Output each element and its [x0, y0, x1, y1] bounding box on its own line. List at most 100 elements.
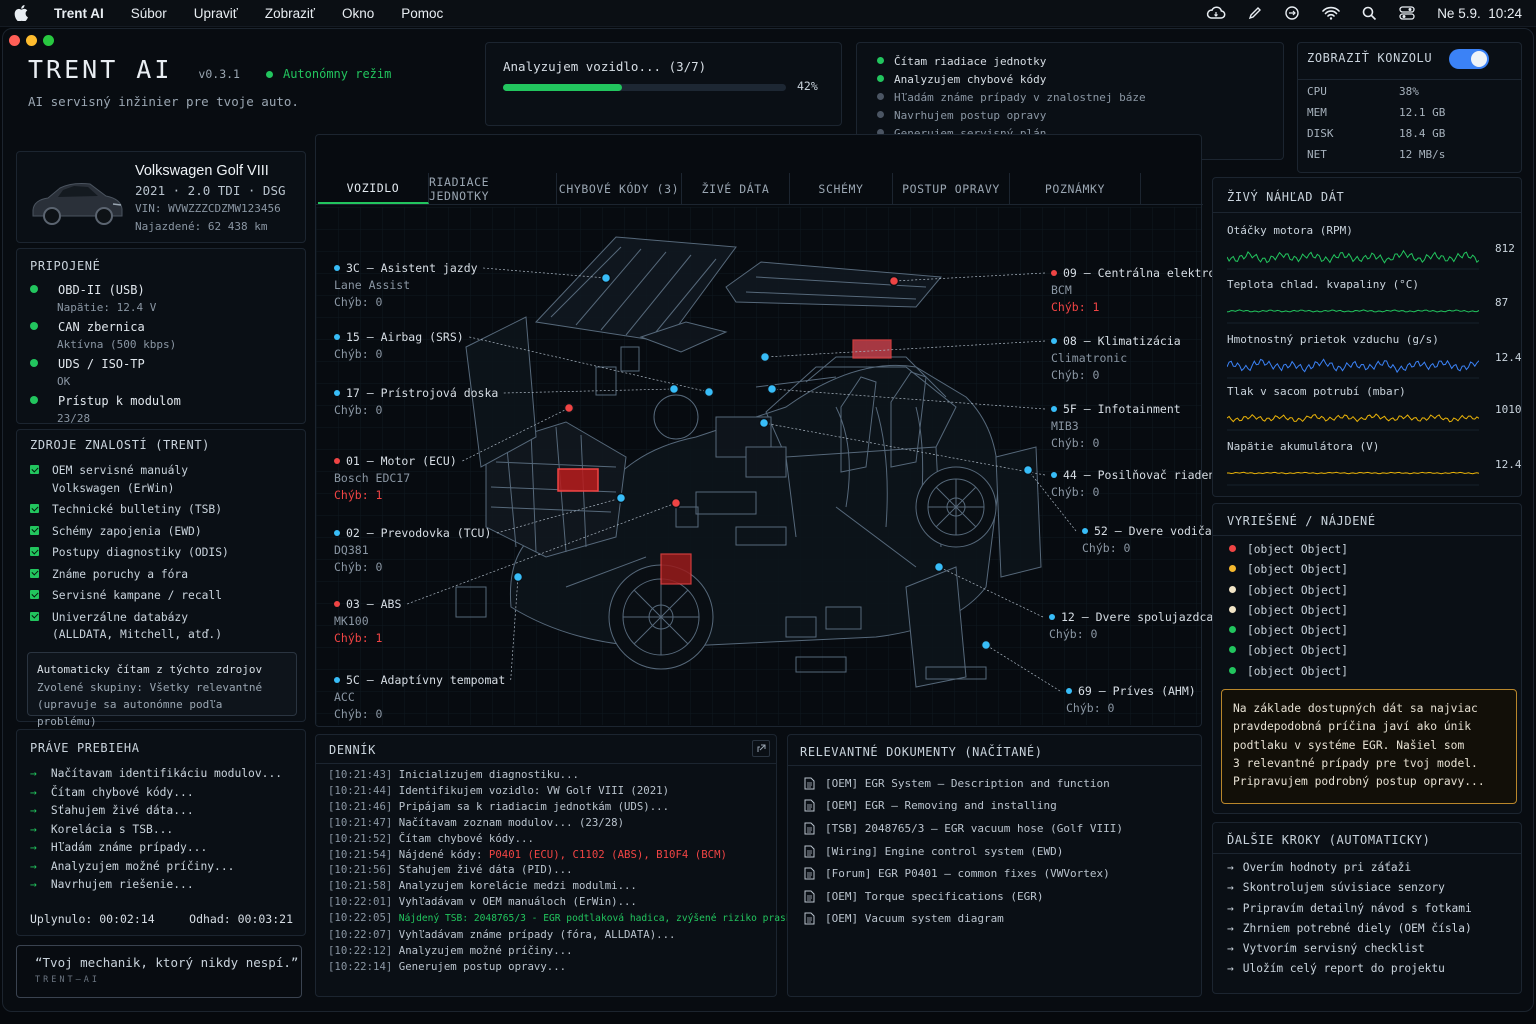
module-node[interactable]: [703, 386, 715, 398]
finding-label: [object Object]: [1247, 543, 1349, 556]
module-title: 44 – Posilňovač riadenia: [1063, 468, 1230, 482]
tab-4[interactable]: SCHÉMY: [790, 173, 893, 204]
document-item[interactable]: [OEM] Torque specifications (EGR): [804, 885, 1123, 908]
live-data-title: ŽIVÝ NÁHĽAD DÁT: [1227, 190, 1345, 204]
module-label[interactable]: 52 – Dvere vodiča Chýb: 0: [1082, 523, 1212, 557]
menu-app-name[interactable]: Trent AI: [54, 6, 104, 21]
module-subtitle: Lane Assist: [334, 278, 411, 292]
source-item[interactable]: Servisné kampane / recall: [30, 587, 305, 605]
log-timestamp: [10:22:12]: [328, 943, 393, 957]
step-label: Hľadám známe prípady v znalostnej báze: [894, 91, 1146, 104]
module-node[interactable]: [512, 571, 524, 583]
mode-label: Autonómny režim: [282, 67, 392, 81]
menu-datetime[interactable]: Ne 5.9. 10:24: [1437, 6, 1522, 21]
apple-icon[interactable]: [14, 4, 32, 22]
module-node[interactable]: [888, 275, 900, 287]
module-node[interactable]: [600, 272, 612, 284]
console-panel: ZOBRAZIŤ KONZOLU CPU 38% MEM 12.1 GB DISK 18.…: [1297, 42, 1522, 173]
module-node[interactable]: [668, 383, 680, 395]
document-item[interactable]: [Wiring] Engine control system (EWD): [804, 840, 1123, 863]
document-item[interactable]: [OEM] EGR System – Description and funct…: [804, 772, 1123, 795]
log-timestamp: [10:21:54]: [328, 847, 393, 861]
module-label[interactable]: 08 – Klimatizácia Climatronic Chýb: 0: [1051, 333, 1181, 384]
console-toggle[interactable]: [1449, 49, 1489, 69]
module-label[interactable]: 15 – Airbag (SRS) Chýb: 0: [334, 329, 464, 363]
menu-view[interactable]: Zobraziť: [265, 6, 315, 21]
sync-icon[interactable]: [1284, 5, 1300, 21]
document-title: [OEM] Vacuum system diagram: [825, 912, 1004, 926]
document-item[interactable]: [TSB] 2048765/3 – EGR vacuum hose (Golf …: [804, 817, 1123, 840]
pen-icon[interactable]: [1248, 6, 1262, 20]
control-center-icon[interactable]: [1399, 6, 1415, 20]
menu-file[interactable]: Súbor: [131, 6, 167, 21]
module-node[interactable]: [933, 561, 945, 573]
document-item[interactable]: [Forum] EGR P0401 – common fixes (VWVort…: [804, 862, 1123, 885]
resolved-title: VYRIEŠENÉ / NÁJDENÉ: [1227, 514, 1376, 528]
module-label[interactable]: 44 – Posilňovač riadenia Chýb: 0: [1051, 467, 1229, 501]
tab-bar: VOZIDLO RIADIACE JEDNOTKY CHYBOVÉ KÓDY (3)…: [316, 173, 1203, 205]
tab-0[interactable]: VOZIDLO: [318, 173, 429, 204]
next-step-label: Pripravím detailný návod s fotkami: [1242, 901, 1472, 915]
checkbox-checked-icon[interactable]: [30, 611, 39, 621]
connection-status-dot: [30, 396, 38, 404]
stat-key: MEM: [1307, 106, 1327, 119]
source-item[interactable]: Známe poruchy a fóra: [30, 566, 305, 584]
module-node[interactable]: [670, 497, 682, 509]
module-label[interactable]: 5C – Adaptívny tempomat ACC Chýb: 0: [334, 672, 505, 723]
source-item[interactable]: Postupy diagnostiky (ODIS): [30, 544, 305, 562]
module-label[interactable]: 17 – Prístrojová doska Chýb: 0: [334, 385, 498, 419]
log-timestamp: [10:21:46]: [328, 799, 393, 813]
module-title: 01 – Motor (ECU): [346, 454, 457, 468]
checkbox-checked-icon[interactable]: [30, 590, 39, 599]
module-label[interactable]: 5F – Infotainment MIB3 Chýb: 0: [1051, 401, 1181, 452]
menu-window[interactable]: Okno: [342, 6, 374, 21]
source-item[interactable]: Univerzálne databázy (ALLDATA, Mitchell, …: [30, 609, 305, 644]
module-node[interactable]: [758, 417, 770, 429]
module-label[interactable]: 02 – Prevodovka (TCU) DQ381 Chýb: 0: [334, 525, 491, 576]
minimize-window-button[interactable]: [26, 35, 37, 46]
export-log-icon[interactable]: [752, 740, 770, 757]
close-window-button[interactable]: [9, 35, 20, 46]
checkbox-checked-icon[interactable]: [30, 525, 39, 535]
search-icon[interactable]: [1362, 6, 1377, 21]
document-item[interactable]: [OEM] EGR – Removing and installing: [804, 795, 1123, 818]
checkbox-checked-icon[interactable]: [30, 568, 39, 578]
progress-percent: 42%: [797, 79, 818, 93]
tab-2[interactable]: CHYBOVÉ KÓDY (3): [557, 173, 682, 204]
source-item[interactable]: Schémy zapojenia (EWD): [30, 523, 305, 541]
vehicle-spec: 2021 · 2.0 TDI · DSG: [135, 183, 286, 198]
menu-edit[interactable]: Upraviť: [194, 6, 238, 21]
tab-3[interactable]: ŽIVÉ DÁTA: [682, 173, 790, 204]
tab-5[interactable]: POSTUP OPRAVY: [893, 173, 1010, 204]
module-node[interactable]: [766, 383, 778, 395]
module-label[interactable]: 03 – ABS MK100 Chýb: 1: [334, 596, 401, 647]
module-node[interactable]: [980, 639, 992, 651]
module-label[interactable]: 01 – Motor (ECU) Bosch EDC17 Chýb: 1: [334, 453, 457, 504]
document-title: [Wiring] Engine control system (EWD): [825, 844, 1064, 858]
module-label[interactable]: 69 – Príves (AHM) Chýb: 0: [1066, 683, 1196, 717]
checkbox-checked-icon[interactable]: [30, 465, 39, 474]
step-status-dot: [877, 75, 884, 82]
connection-item: Prístup k modulom 23/28: [30, 392, 305, 427]
zoom-window-button[interactable]: [43, 35, 54, 46]
module-node[interactable]: [759, 351, 771, 363]
module-node[interactable]: [563, 402, 575, 414]
document-item[interactable]: [OEM] Vacuum system diagram: [804, 908, 1123, 931]
wifi-icon[interactable]: [1322, 6, 1340, 20]
menu-help[interactable]: Pomoc: [401, 6, 443, 21]
module-node[interactable]: [615, 492, 627, 504]
source-item[interactable]: Technické bulletiny (TSB): [30, 501, 305, 519]
module-node[interactable]: [1022, 464, 1034, 476]
stat-row: CPU 38%: [1307, 81, 1507, 102]
module-label[interactable]: 3C – Asistent jazdy Lane Assist Chýb: 0: [334, 260, 478, 311]
cloud-icon[interactable]: [1206, 6, 1226, 20]
checkbox-checked-icon[interactable]: [30, 504, 39, 513]
next-steps-title: ĎALŠIE KROKY (AUTOMATICKY): [1227, 833, 1431, 847]
connection-name: UDS / ISO-TP: [58, 357, 145, 371]
module-label[interactable]: 12 – Dvere spolujazdca Chýb: 0: [1049, 609, 1213, 643]
tab-1[interactable]: RIADIACE JEDNOTKY: [429, 173, 557, 204]
tab-6[interactable]: POZNÁMKY: [1010, 173, 1141, 204]
arrow-right-icon: →: [1227, 861, 1234, 874]
checkbox-checked-icon[interactable]: [30, 547, 39, 556]
source-item[interactable]: OEM servisné manuály Volkswagen (ErWin): [30, 462, 305, 497]
